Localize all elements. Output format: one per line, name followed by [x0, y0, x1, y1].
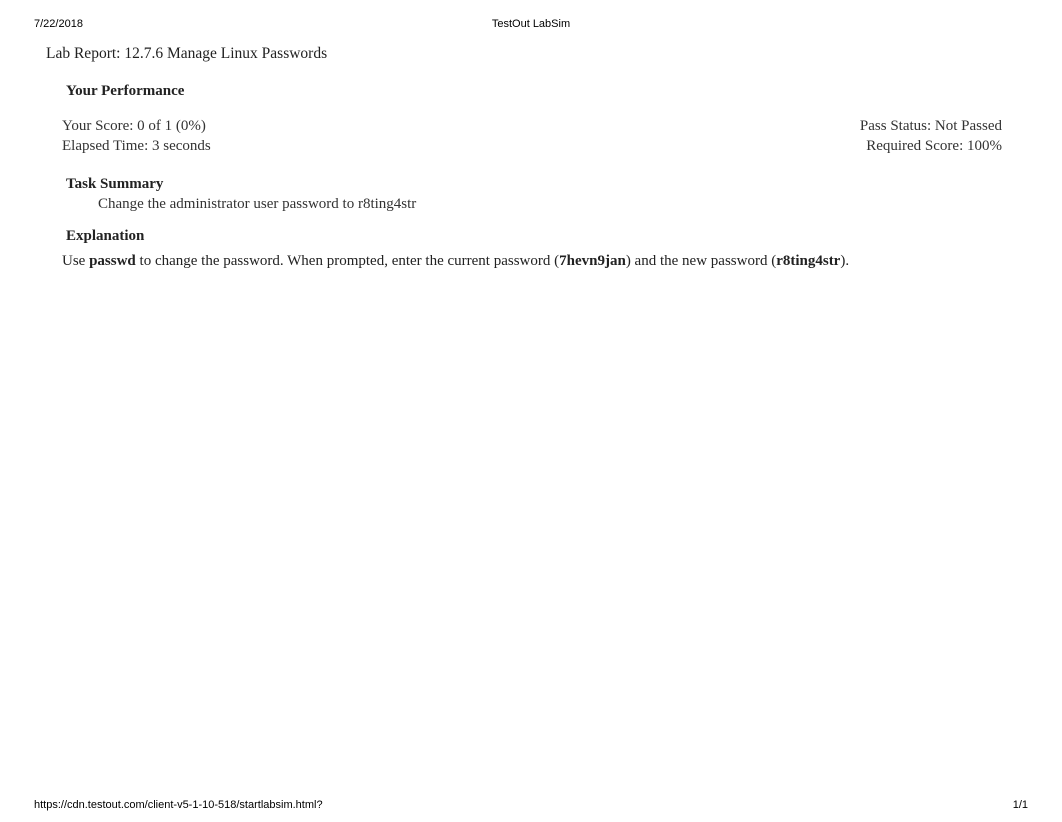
required-score: Required Score: 100%: [866, 138, 1002, 155]
explanation-mid2: ) and the new password (: [626, 253, 776, 269]
task-summary-heading: Task Summary: [66, 176, 163, 193]
performance-row-time: Elapsed Time: 3 seconds Required Score: …: [62, 138, 1002, 155]
footer-url: https://cdn.testout.com/client-v5-1-10-5…: [34, 799, 323, 811]
performance-heading: Your Performance: [66, 83, 184, 100]
explanation-cmd: passwd: [89, 253, 136, 269]
your-score: Your Score: 0 of 1 (0%): [62, 118, 206, 135]
pass-status: Pass Status: Not Passed: [860, 118, 1002, 135]
explanation-text: Use passwd to change the password. When …: [62, 253, 849, 270]
report-title: Lab Report: 12.7.6 Manage Linux Password…: [46, 45, 327, 63]
footer-page: 1/1: [1013, 799, 1028, 811]
explanation-heading: Explanation: [66, 228, 144, 245]
performance-row-score: Your Score: 0 of 1 (0%) Pass Status: Not…: [62, 118, 1002, 135]
elapsed-time: Elapsed Time: 3 seconds: [62, 138, 211, 155]
explanation-new-pw: r8ting4str: [776, 253, 840, 269]
explanation-current-pw: 7hevn9jan: [559, 253, 626, 269]
header-app-title: TestOut LabSim: [34, 18, 1028, 30]
task-item: Change the administrator user password t…: [98, 196, 416, 213]
explanation-post: ).: [840, 253, 849, 269]
explanation-mid1: to change the password. When prompted, e…: [136, 253, 559, 269]
explanation-pre: Use: [62, 253, 89, 269]
